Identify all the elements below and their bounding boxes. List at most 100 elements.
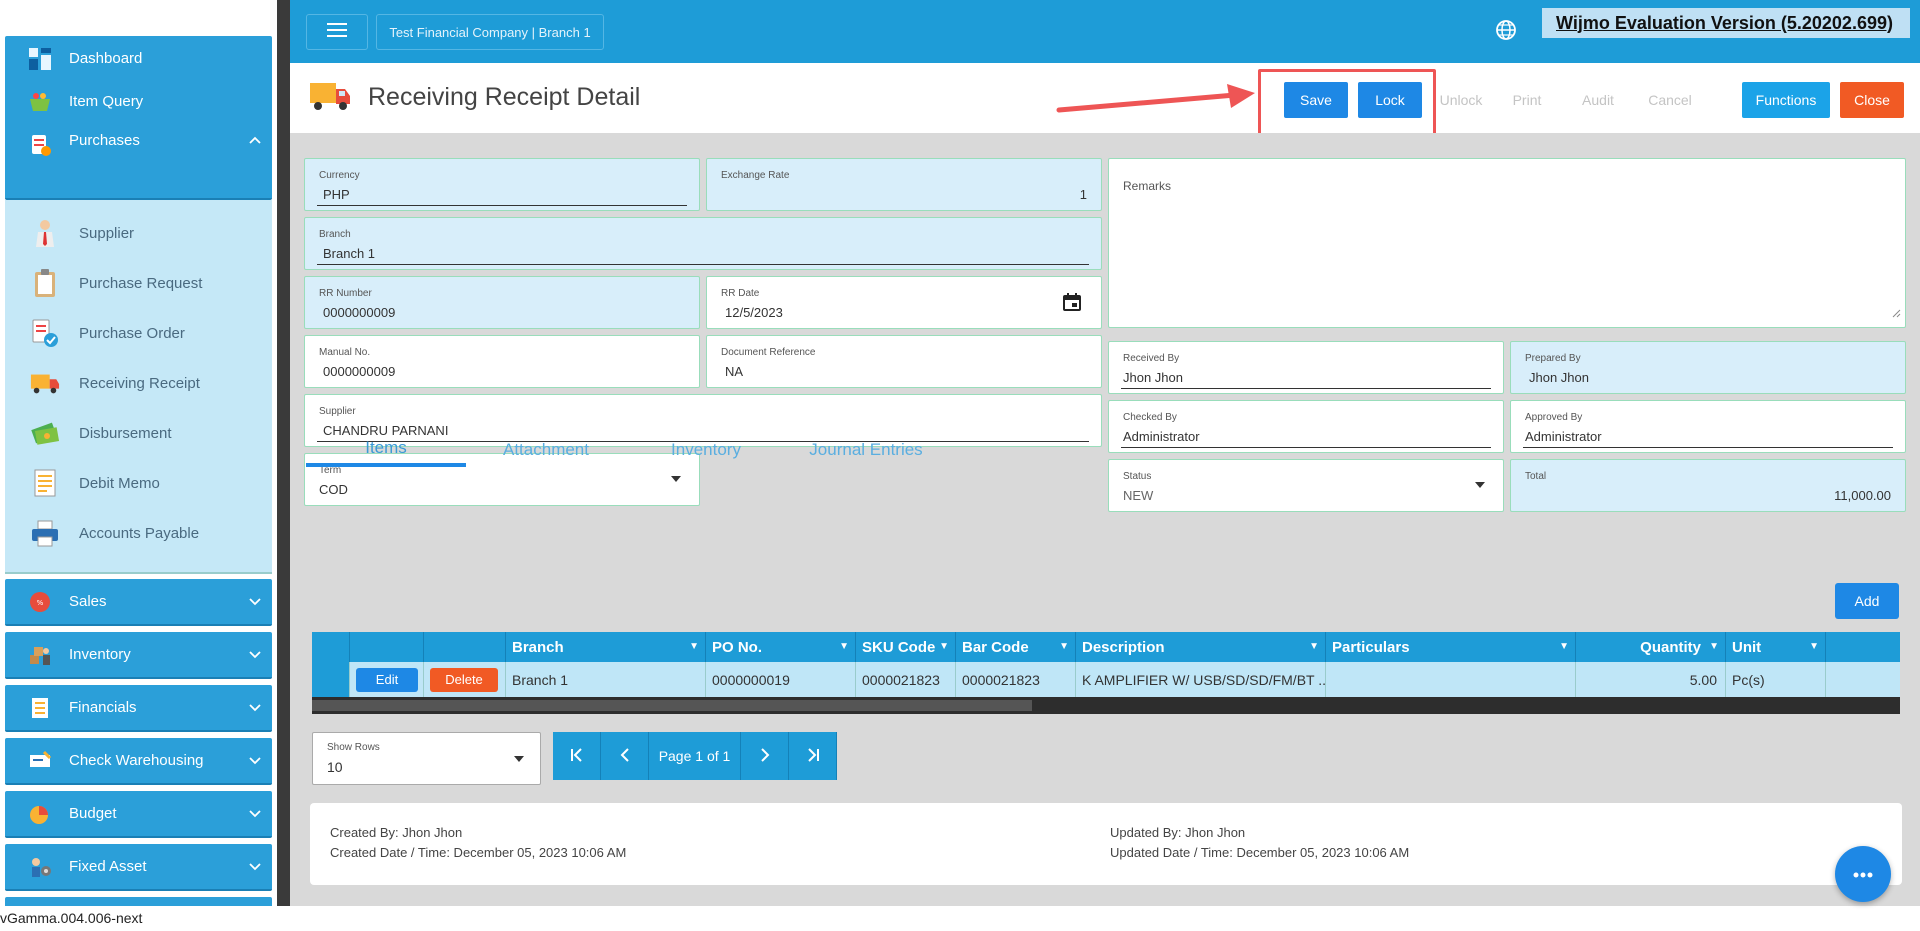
approved-by-field[interactable]: Approved By Administrator <box>1510 400 1906 453</box>
filter-icon[interactable]: ▼ <box>689 641 699 652</box>
row-select-cell[interactable] <box>312 662 350 697</box>
tab-items[interactable]: Items <box>306 433 466 467</box>
header-bar-code[interactable]: Bar Code ▼ <box>956 632 1076 662</box>
show-rows-select[interactable]: Show Rows 10 <box>312 732 541 785</box>
manual-no-field[interactable]: Manual No. 0000000009 <box>304 335 700 388</box>
tab-journal-entries[interactable]: Journal Entries <box>786 433 946 467</box>
nav-check-warehousing[interactable]: Check Warehousing <box>5 738 272 785</box>
audit-button[interactable]: Audit <box>1572 82 1624 118</box>
unlock-button[interactable]: Unlock <box>1432 82 1490 118</box>
close-button[interactable]: Close <box>1840 82 1904 118</box>
header-select <box>312 632 350 662</box>
add-item-button[interactable]: Add <box>1835 583 1899 619</box>
field-underline <box>1121 447 1491 448</box>
nav-sales[interactable]: % Sales <box>5 579 272 626</box>
prepared-by-field[interactable]: Prepared By Jhon Jhon <box>1510 341 1906 394</box>
nav-more[interactable] <box>5 897 272 906</box>
header-label: PO No. <box>712 638 763 656</box>
sidebar-item-label: Disbursement <box>79 424 172 442</box>
header-description[interactable]: Description ▼ <box>1076 632 1326 662</box>
sidebar-item-purchase-request[interactable]: Purchase Request <box>5 263 272 303</box>
branch-field[interactable]: Branch Branch 1 <box>304 217 1102 270</box>
menu-toggle-button[interactable] <box>306 14 368 50</box>
nav-dashboard[interactable]: Dashboard <box>5 36 272 83</box>
next-page-button[interactable] <box>741 732 789 780</box>
filter-icon[interactable]: ▼ <box>1559 641 1569 652</box>
sidebar: Dashboard Item Query Purchases Supplier <box>0 0 277 906</box>
header-po-no[interactable]: PO No. ▼ <box>706 632 856 662</box>
checked-by-field[interactable]: Checked By Administrator <box>1108 400 1504 453</box>
sidebar-divider <box>277 0 290 906</box>
cell-particulars[interactable] <box>1326 662 1576 697</box>
nav-budget[interactable]: Budget <box>5 791 272 838</box>
rr-date-field[interactable]: RR Date 12/5/2023 <box>706 276 1102 329</box>
previous-page-button[interactable] <box>601 732 649 780</box>
filter-icon[interactable]: ▼ <box>939 641 949 652</box>
nav-financials[interactable]: Financials <box>5 685 272 732</box>
received-by-field[interactable]: Received By Jhon Jhon <box>1108 341 1504 394</box>
table-row[interactable]: Edit Delete Branch 1 0000000019 00000218… <box>312 662 1900 697</box>
print-button[interactable]: Print <box>1502 82 1552 118</box>
header-unit[interactable]: Unit ▼ <box>1726 632 1826 662</box>
edit-button[interactable]: Edit <box>356 667 418 692</box>
nav-fixed-asset[interactable]: Fixed Asset <box>5 844 272 891</box>
exchange-rate-field[interactable]: Exchange Rate 1 <box>706 158 1102 211</box>
company-selector[interactable]: Test Financial Company | Branch 1 <box>376 14 604 50</box>
calendar-icon[interactable] <box>1063 293 1081 316</box>
cell-branch[interactable]: Branch 1 <box>506 662 706 697</box>
hamburger-icon <box>327 22 347 42</box>
resize-handle-icon[interactable] <box>1891 305 1901 323</box>
header-quantity[interactable]: Quantity ▼ <box>1576 632 1726 662</box>
header-label: Branch <box>512 638 564 656</box>
tab-attachment[interactable]: Attachment <box>466 433 626 467</box>
scrollbar-thumb[interactable] <box>312 700 1032 711</box>
wijmo-evaluation-notice[interactable]: Wijmo Evaluation Version (5.20202.699) <box>1542 8 1910 38</box>
nav-purchases[interactable]: Purchases <box>5 122 272 200</box>
status-select[interactable]: Status NEW <box>1108 459 1504 512</box>
remarks-textarea[interactable]: Remarks <box>1108 158 1906 328</box>
sidebar-item-disbursement[interactable]: Disbursement <box>5 413 272 453</box>
field-label: Remarks <box>1123 179 1172 193</box>
sidebar-item-receiving-receipt[interactable]: Receiving Receipt <box>5 363 272 403</box>
filter-icon[interactable]: ▼ <box>1709 641 1719 652</box>
sidebar-item-purchase-order[interactable]: Purchase Order <box>5 313 272 353</box>
cell-sku-code[interactable]: 0000021823 <box>856 662 956 697</box>
cell-po-no[interactable]: 0000000019 <box>706 662 856 697</box>
filter-icon[interactable]: ▼ <box>1809 641 1819 652</box>
first-page-icon <box>570 747 584 765</box>
field-label: Status <box>1123 471 1152 482</box>
nav-inventory[interactable]: Inventory <box>5 632 272 679</box>
cell-description[interactable]: K AMPLIFIER W/ USB/SD/SD/FM/BT ... <box>1076 662 1326 697</box>
filter-icon[interactable]: ▼ <box>839 641 849 652</box>
sidebar-item-debit-memo[interactable]: Debit Memo <box>5 463 272 503</box>
cell-unit[interactable]: Pc(s) <box>1726 662 1826 697</box>
header-particulars[interactable]: Particulars ▼ <box>1326 632 1576 662</box>
sidebar-item-supplier[interactable]: Supplier <box>5 213 272 253</box>
document-reference-field[interactable]: Document Reference NA <box>706 335 1102 388</box>
total-field[interactable]: Total 11,000.00 <box>1510 459 1906 512</box>
chevron-down-icon <box>238 700 272 715</box>
grid-horizontal-scrollbar[interactable] <box>312 697 1900 714</box>
header-sku-code[interactable]: SKU Code ▼ <box>856 632 956 662</box>
first-page-button[interactable] <box>553 732 601 780</box>
worker-boxes-icon <box>27 642 53 668</box>
cancel-button[interactable]: Cancel <box>1642 82 1698 118</box>
header-branch[interactable]: Branch ▼ <box>506 632 706 662</box>
delete-button[interactable]: Delete <box>430 667 498 692</box>
field-value: 12/5/2023 <box>725 305 783 320</box>
last-page-button[interactable] <box>789 732 837 780</box>
nav-item-query[interactable]: Item Query <box>5 79 272 126</box>
cell-quantity[interactable]: 5.00 <box>1576 662 1726 697</box>
functions-button[interactable]: Functions <box>1742 82 1830 118</box>
rr-number-field[interactable]: RR Number 0000000009 <box>304 276 700 329</box>
filter-icon[interactable]: ▼ <box>1309 641 1319 652</box>
cell-bar-code[interactable]: 0000021823 <box>956 662 1076 697</box>
field-value: Branch 1 <box>323 246 376 261</box>
tab-inventory[interactable]: Inventory <box>626 433 786 467</box>
filter-icon[interactable]: ▼ <box>1059 641 1069 652</box>
currency-field[interactable]: Currency PHP <box>304 158 700 211</box>
sidebar-item-accounts-payable[interactable]: Accounts Payable <box>5 513 272 553</box>
dashboard-icon <box>27 46 53 72</box>
globe-icon[interactable] <box>1494 18 1518 47</box>
more-actions-button[interactable] <box>1835 846 1891 902</box>
